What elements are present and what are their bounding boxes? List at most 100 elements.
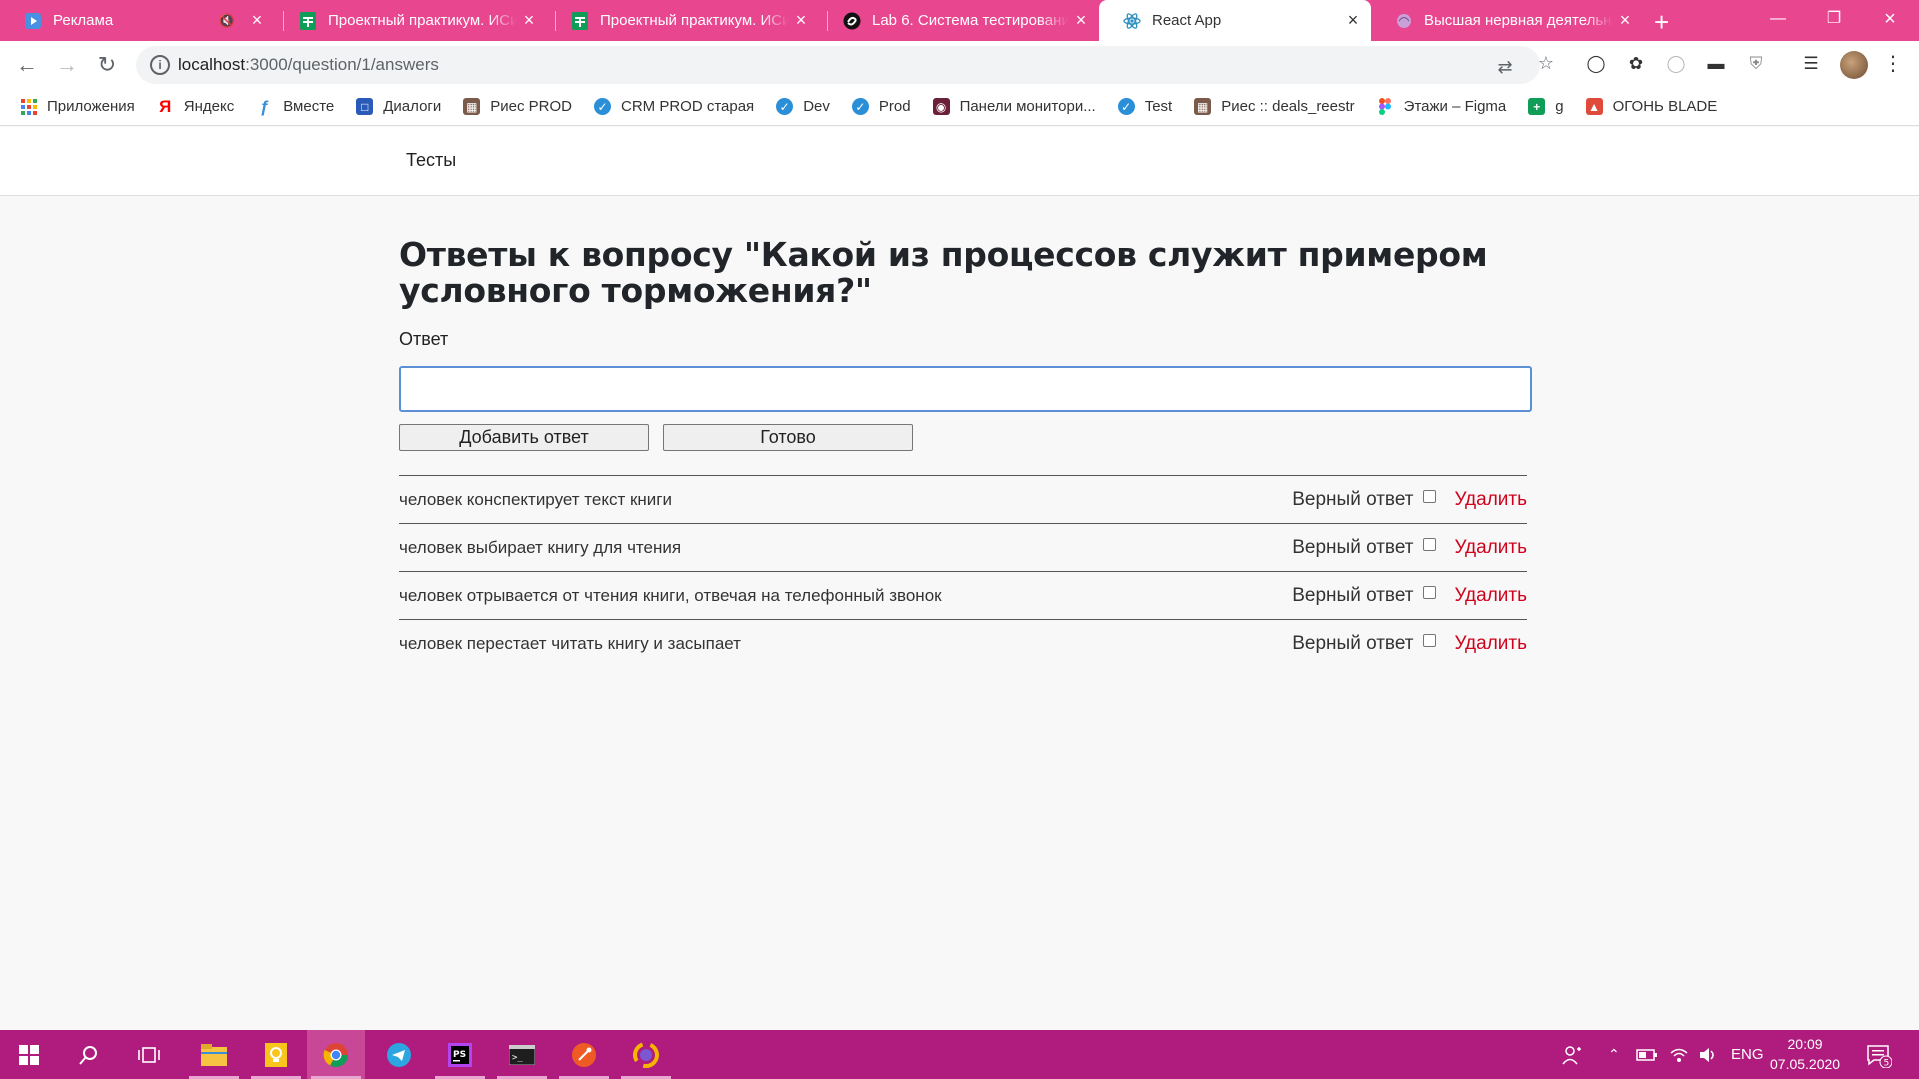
menu-icon[interactable]: ⋮ bbox=[1882, 53, 1904, 75]
correct-answer-checkbox[interactable] bbox=[1423, 586, 1437, 599]
correct-answer-label: Верный ответ bbox=[1292, 536, 1414, 558]
avatar[interactable] bbox=[1840, 51, 1868, 79]
terminal-extension-icon[interactable]: ▬ bbox=[1705, 53, 1727, 75]
taskbar-phpstorm[interactable]: PS bbox=[431, 1030, 489, 1079]
tab-project-1[interactable]: Проектный практикум. ИСи × bbox=[275, 0, 547, 41]
tab-vnd[interactable]: Высшая нервная деятельно × bbox=[1371, 0, 1643, 41]
search-button[interactable] bbox=[60, 1030, 118, 1079]
bookmark-crm-prod[interactable]: ✓ CRM PROD старая bbox=[594, 98, 754, 115]
volume-icon[interactable] bbox=[1698, 1030, 1718, 1079]
forward-button[interactable]: → bbox=[53, 51, 81, 79]
figma-icon bbox=[1377, 98, 1394, 115]
delete-answer-link[interactable]: Удалить bbox=[1454, 489, 1527, 511]
bookmark-dialogs[interactable]: □ Диалоги bbox=[356, 98, 441, 115]
notification-count: 5 bbox=[1884, 1058, 1890, 1068]
terminal-icon: >_ bbox=[509, 1044, 535, 1065]
delete-answer-link[interactable]: Удалить bbox=[1454, 633, 1527, 655]
bookmark-yandex[interactable]: Я Яндекс bbox=[157, 96, 234, 116]
notifications-icon[interactable]: 5 bbox=[1866, 1030, 1892, 1079]
bookmark-apps[interactable]: Приложения bbox=[20, 98, 135, 115]
speaker-muted-icon[interactable]: 🔇 bbox=[215, 13, 239, 29]
correct-answer-label: Верный ответ bbox=[1292, 584, 1414, 606]
bookmark-dev[interactable]: ✓ Dev bbox=[776, 98, 830, 115]
language-indicator[interactable]: ENG bbox=[1731, 1030, 1764, 1079]
close-icon[interactable]: × bbox=[517, 10, 541, 31]
folder-icon bbox=[201, 1043, 227, 1066]
tab-reklama[interactable]: Реклама 🔇 × bbox=[0, 0, 275, 41]
delete-answer-link[interactable]: Удалить bbox=[1454, 585, 1527, 607]
tab-title: Проектный практикум. ИСи bbox=[328, 12, 517, 29]
reload-button[interactable]: ↻ bbox=[93, 51, 121, 79]
translate-icon[interactable]: ⇄ bbox=[1494, 56, 1516, 78]
answer-input[interactable] bbox=[399, 366, 1532, 412]
correct-answer-checkbox[interactable] bbox=[1423, 634, 1437, 647]
bookmark-prod[interactable]: ✓ Prod bbox=[851, 98, 911, 115]
window-close-button[interactable]: × bbox=[1862, 0, 1918, 41]
taskbar-tips[interactable] bbox=[247, 1030, 305, 1079]
restore-button[interactable]: ❐ bbox=[1806, 0, 1862, 41]
answer-label: Ответ bbox=[399, 329, 449, 349]
search-icon bbox=[79, 1045, 97, 1065]
bookmark-figma[interactable]: Этажи – Figma bbox=[1377, 98, 1507, 115]
answers-list: человек конспектирует текст книги Верный… bbox=[399, 475, 1527, 667]
bookmark-label: Этажи – Figma bbox=[1403, 98, 1507, 115]
back-button[interactable]: ← bbox=[13, 51, 41, 79]
task-view-icon bbox=[138, 1046, 160, 1063]
tab-lab6[interactable]: Lab 6. Система тестировани × bbox=[819, 0, 1099, 41]
info-icon[interactable]: i bbox=[150, 55, 170, 75]
yandex-icon: Я bbox=[159, 96, 172, 116]
taskbar-telegram[interactable] bbox=[370, 1030, 428, 1079]
bookmark-ries-deals[interactable]: ▦ Риес :: deals_reestr bbox=[1194, 98, 1355, 115]
start-button[interactable] bbox=[0, 1030, 58, 1079]
new-tab-button[interactable]: + bbox=[1654, 7, 1669, 38]
octopus-extension-icon[interactable]: ✿ bbox=[1625, 53, 1647, 75]
correct-answer-checkbox[interactable] bbox=[1423, 490, 1437, 503]
media-control-icon[interactable]: ☰ bbox=[1800, 53, 1822, 75]
close-icon[interactable]: × bbox=[245, 10, 269, 31]
tab-title: Реклама bbox=[53, 12, 114, 29]
url-text[interactable]: localhost:3000/question/1/answers bbox=[178, 55, 439, 75]
wifi-icon[interactable] bbox=[1669, 1030, 1689, 1079]
postman-icon bbox=[572, 1042, 596, 1067]
close-icon[interactable]: × bbox=[1069, 10, 1093, 31]
monitor-icon: ◉ bbox=[932, 98, 950, 115]
nav-tests-link[interactable]: Тесты bbox=[406, 150, 456, 171]
address-bar[interactable]: i localhost:3000/question/1/answers ⇄ bbox=[136, 46, 1540, 84]
sheets-icon bbox=[571, 11, 589, 30]
tab-title: Lab 6. Система тестировани bbox=[872, 12, 1069, 29]
bookmark-ries-prod[interactable]: ▦ Риес PROD bbox=[463, 98, 572, 115]
bookmark-blade[interactable]: ▲ ОГОНЬ BLADE bbox=[1585, 98, 1717, 115]
bookmark-g[interactable]: + g bbox=[1528, 98, 1564, 115]
close-icon[interactable]: × bbox=[1341, 10, 1365, 31]
taskbar-explorer[interactable] bbox=[185, 1030, 243, 1079]
star-icon[interactable]: ☆ bbox=[1535, 52, 1557, 74]
correct-answer-checkbox[interactable] bbox=[1423, 538, 1437, 551]
tab-react-app[interactable]: React App × bbox=[1099, 0, 1371, 41]
people-icon[interactable] bbox=[1562, 1030, 1582, 1079]
key-extension-icon[interactable]: ◯ bbox=[1585, 53, 1607, 75]
close-icon[interactable]: × bbox=[1613, 10, 1637, 31]
crm-icon: ✓ bbox=[594, 98, 611, 115]
task-view-button[interactable] bbox=[120, 1030, 178, 1079]
bookmark-label: Prod bbox=[878, 98, 911, 115]
bookmark-test[interactable]: ✓ Test bbox=[1117, 98, 1172, 115]
bookmark-monitoring[interactable]: ◉ Панели монитори... bbox=[932, 98, 1096, 115]
delete-answer-link[interactable]: Удалить bbox=[1454, 537, 1527, 559]
taskbar-browser-2[interactable] bbox=[617, 1030, 675, 1079]
sheets-icon bbox=[299, 11, 317, 30]
close-icon[interactable]: × bbox=[789, 10, 813, 31]
shield-extension-icon[interactable]: ⛨ bbox=[1745, 53, 1767, 75]
done-button[interactable]: Готово bbox=[663, 424, 913, 451]
minimize-button[interactable]: — bbox=[1750, 0, 1806, 41]
chevron-up-icon[interactable]: ⌃ bbox=[1608, 1030, 1620, 1079]
phpstorm-icon: PS bbox=[448, 1042, 472, 1067]
battery-icon[interactable] bbox=[1636, 1030, 1658, 1079]
bookmark-vmeste[interactable]: ƒ Вместе bbox=[256, 97, 334, 116]
taskbar-chrome[interactable] bbox=[307, 1030, 365, 1079]
taskbar-postman[interactable] bbox=[555, 1030, 613, 1079]
circle-extension-icon[interactable]: ◯ bbox=[1665, 53, 1687, 75]
tab-project-2[interactable]: Проектный практикум. ИСи × bbox=[547, 0, 819, 41]
clock[interactable]: 20:09 07.05.2020 bbox=[1770, 1034, 1840, 1074]
taskbar-terminal[interactable]: >_ bbox=[493, 1030, 551, 1079]
add-answer-button[interactable]: Добавить ответ bbox=[399, 424, 649, 451]
